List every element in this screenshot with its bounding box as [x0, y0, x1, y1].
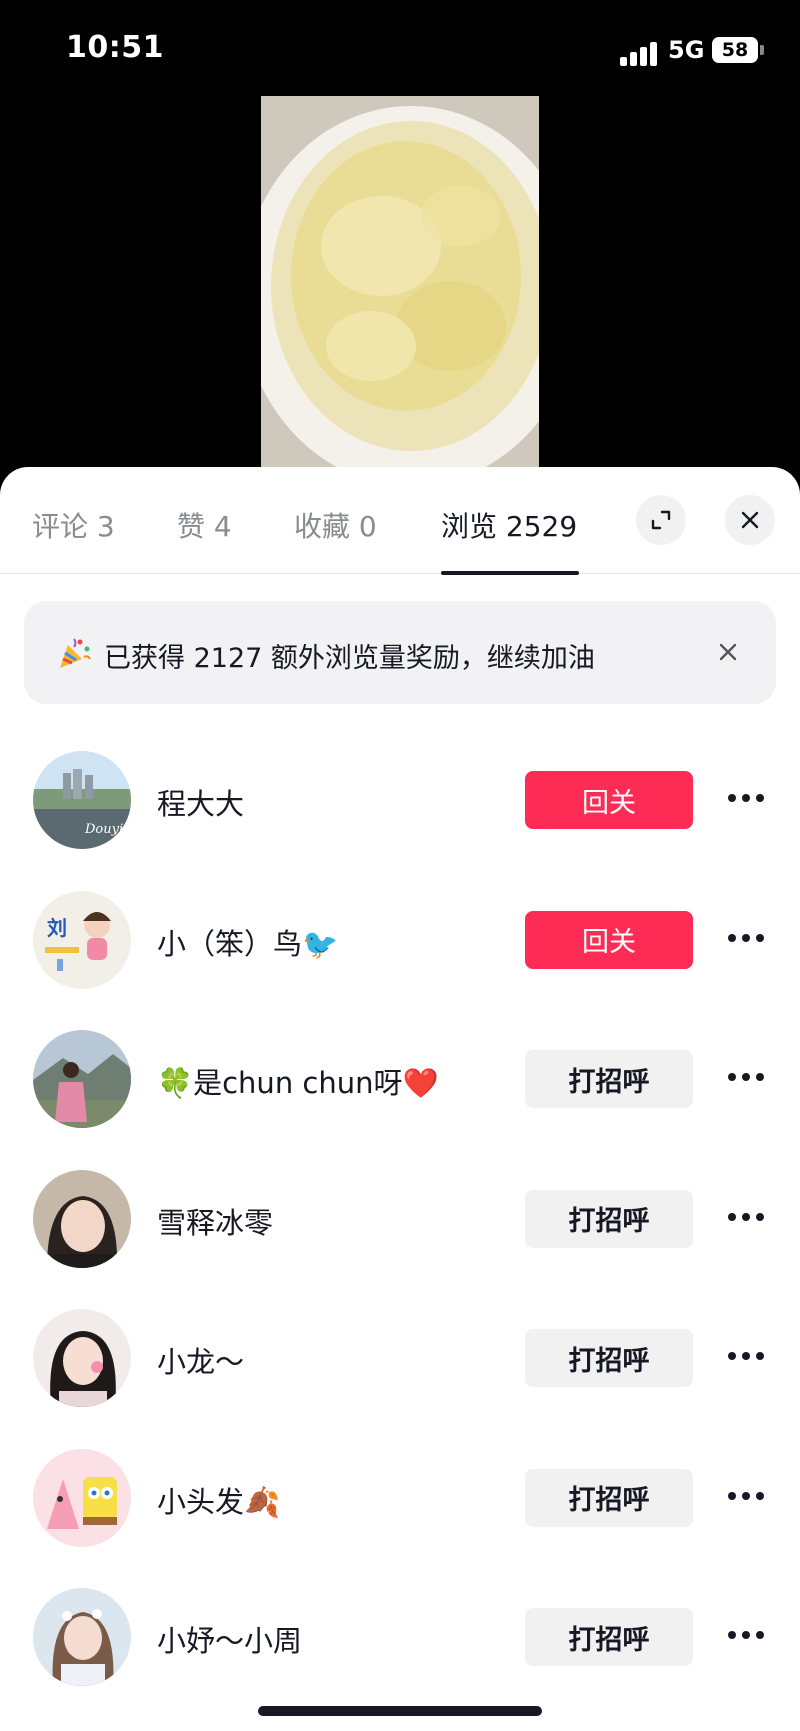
signal-icon — [620, 40, 660, 66]
list-item[interactable]: 雪释冰零 打招呼 — [0, 1154, 800, 1294]
reward-banner-text: 已获得 2127 额外浏览量奖励，继续加油 — [104, 643, 595, 674]
svg-text:刘: 刘 — [47, 916, 67, 940]
close-icon — [741, 511, 759, 529]
greet-button[interactable]: 打招呼 — [525, 1468, 693, 1527]
more-icon[interactable] — [728, 1070, 764, 1084]
more-icon[interactable] — [728, 1489, 764, 1503]
avatar[interactable]: Douyin — [33, 751, 131, 849]
viewer-name: 雪释冰零 — [157, 1205, 274, 1240]
more-icon[interactable] — [728, 1349, 764, 1363]
more-icon[interactable] — [728, 791, 764, 805]
more-icon[interactable] — [728, 931, 764, 945]
party-popper-icon — [60, 638, 91, 668]
network-type: 5G — [668, 36, 705, 64]
tab-views[interactable]: 浏览 2529 — [441, 505, 577, 545]
avatar[interactable] — [33, 1448, 131, 1547]
greet-button[interactable]: 打招呼 — [525, 1608, 693, 1666]
list-item[interactable]: 小头发🍂 打招呼 — [0, 1433, 800, 1573]
viewers-sheet: 评论 3 赞 4 收藏 0 浏览 2529 已获得 2127 额外浏览量奖励，继… — [0, 467, 800, 1731]
battery-tip — [760, 45, 764, 55]
more-icon[interactable] — [728, 1210, 764, 1224]
expand-button[interactable] — [636, 495, 686, 545]
home-indicator[interactable] — [258, 1706, 542, 1716]
tab-favorites[interactable]: 收藏 0 — [294, 505, 377, 545]
battery-icon: 58 — [712, 37, 758, 63]
viewer-name: 小头发🍂 — [157, 1484, 281, 1519]
avatar[interactable] — [33, 1588, 131, 1686]
expand-icon — [651, 510, 671, 530]
more-icon[interactable] — [728, 1628, 764, 1642]
viewer-name: 小妤～小周 — [157, 1624, 303, 1658]
close-sheet-button[interactable] — [725, 495, 775, 545]
status-bar: 10:51 5G 58 — [0, 0, 800, 100]
avatar[interactable]: 刘 — [33, 890, 131, 989]
list-item[interactable]: Douyin 程大大 回关 — [0, 735, 800, 875]
video-preview[interactable] — [261, 96, 539, 470]
avatar[interactable] — [33, 1169, 131, 1268]
close-icon[interactable] — [714, 638, 742, 666]
list-item[interactable]: 小龙～ 打招呼 — [0, 1293, 800, 1433]
status-time: 10:51 — [66, 30, 164, 65]
tab-bar: 评论 3 赞 4 收藏 0 浏览 2529 — [0, 467, 800, 575]
viewer-list: Douyin 程大大 回关 刘 小（笨）鸟🐦 回关 🍀是chun chun呀❤️… — [0, 735, 800, 1712]
tab-indicator — [441, 571, 579, 575]
list-item[interactable]: 🍀是chun chun呀❤️ 打招呼 — [0, 1014, 800, 1154]
viewer-name: 🍀是chun chun呀❤️ — [157, 1066, 439, 1100]
svg-text:Douyin: Douyin — [84, 822, 131, 837]
list-item[interactable]: 刘 小（笨）鸟🐦 回关 — [0, 875, 800, 1015]
greet-button[interactable]: 打招呼 — [525, 1329, 693, 1387]
tab-likes[interactable]: 赞 4 — [177, 505, 232, 545]
list-item[interactable]: 小妤～小周 打招呼 — [0, 1572, 800, 1712]
viewer-name: 程大大 — [157, 787, 245, 821]
viewer-name: 小龙～ — [157, 1345, 245, 1379]
viewer-name: 小（笨）鸟🐦 — [157, 926, 339, 961]
greet-button[interactable]: 打招呼 — [525, 1050, 693, 1108]
avatar[interactable] — [33, 1030, 131, 1128]
reward-banner: 已获得 2127 额外浏览量奖励，继续加油 — [24, 601, 776, 704]
avatar[interactable] — [33, 1309, 131, 1407]
follow-back-button[interactable]: 回关 — [525, 910, 693, 969]
follow-back-button[interactable]: 回关 — [525, 771, 693, 829]
tab-comments[interactable]: 评论 3 — [32, 505, 115, 545]
greet-button[interactable]: 打招呼 — [525, 1189, 693, 1248]
